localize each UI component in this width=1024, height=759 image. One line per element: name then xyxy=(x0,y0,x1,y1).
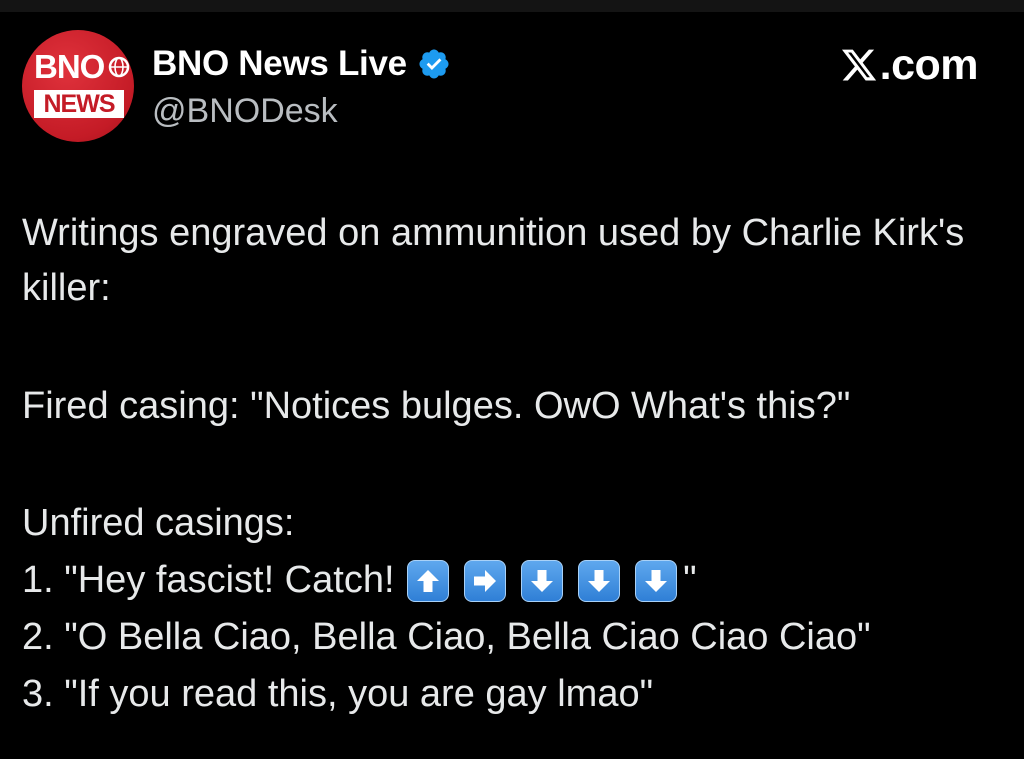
verified-badge-icon xyxy=(419,49,449,79)
account-name-row: BNO News Live xyxy=(152,42,451,86)
post-unfired-header: Unfired casings: xyxy=(22,502,295,544)
post-item-1-suffix: " xyxy=(683,559,697,601)
arrow-up-icon xyxy=(407,559,450,602)
post-item-1: 1. "Hey fascist! Catch! " xyxy=(22,552,1002,609)
arrow-down-icon xyxy=(521,559,564,602)
post-fired-casing: Fired casing: "Notices bulges. OwO What'… xyxy=(22,385,851,427)
brand-domain-text: .com xyxy=(879,40,979,89)
arrow-down-icon xyxy=(578,559,621,602)
status-strip xyxy=(0,0,1024,12)
x-logo-icon xyxy=(841,49,876,81)
post-item-2: 2. "O Bella Ciao, Bella Ciao, Bella Ciao… xyxy=(22,616,871,658)
arrow-right-icon xyxy=(464,559,507,602)
account-name[interactable]: BNO News Live xyxy=(152,44,407,84)
post-body: Writings engraved on ammunition used by … xyxy=(22,206,1002,723)
account-handle[interactable]: @BNODesk xyxy=(152,92,338,131)
avatar-news-text: NEWS xyxy=(34,90,124,118)
post-item-3: 3. "If you read this, you are gay lmao" xyxy=(22,673,654,715)
avatar-bno-text: BNO xyxy=(34,48,105,85)
post-item-1-prefix: 1. "Hey fascist! Catch! xyxy=(22,559,406,601)
arrow-down-icon xyxy=(635,559,678,602)
globe-icon xyxy=(108,56,130,78)
avatar[interactable]: BNO NEWS xyxy=(22,30,134,142)
x-com-brand: .com xyxy=(840,40,979,90)
post-intro: Writings engraved on ammunition used by … xyxy=(22,212,965,309)
